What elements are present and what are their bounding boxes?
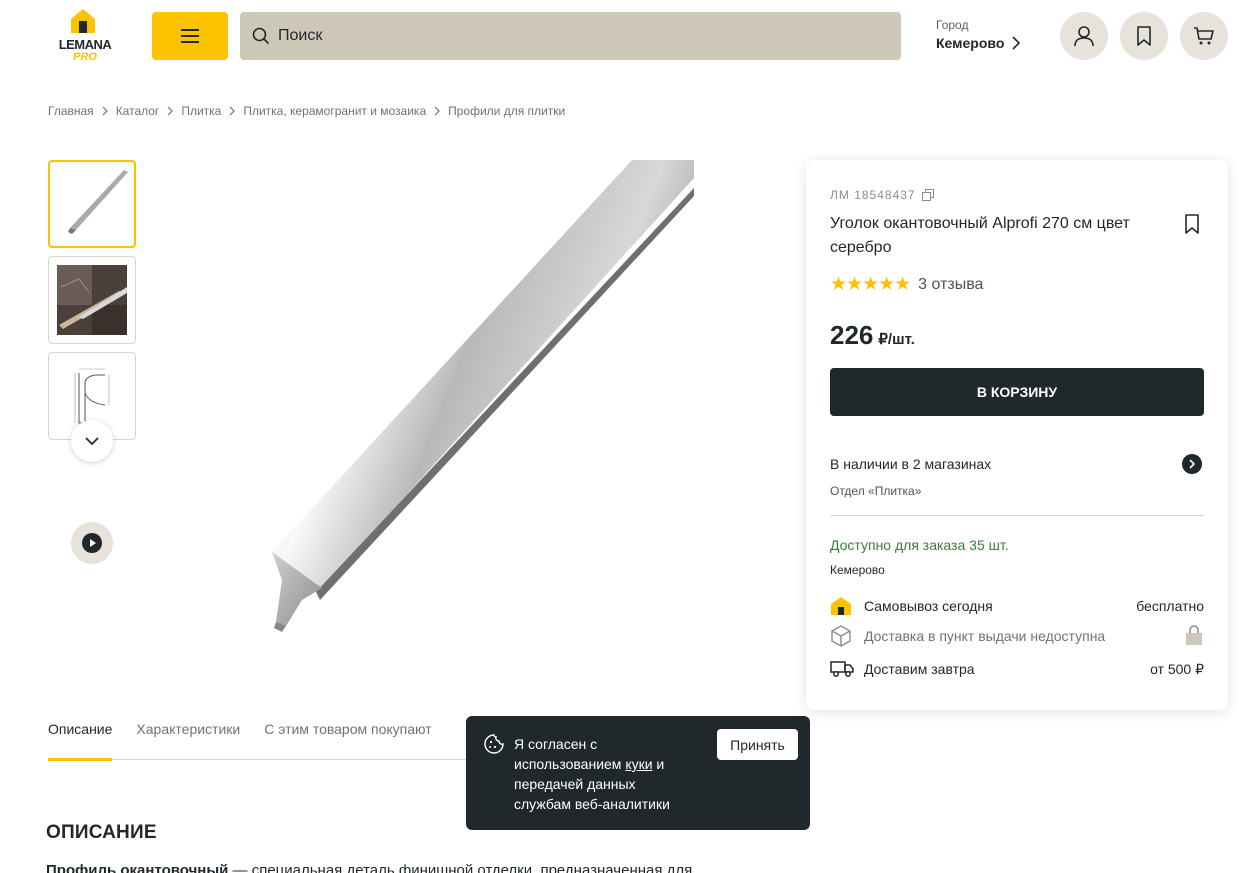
description-lead: Профиль окантовочный [46,862,229,873]
city-name: Кемерово [936,35,1005,51]
cookie-text: Я согласен с использованием куки и перед… [514,734,694,814]
order-availability: Доступно для заказа 35 шт. [830,537,1009,553]
main-product-image[interactable] [262,160,694,640]
logo[interactable]: LEMANA PRO [48,8,120,66]
stock-availability-link[interactable]: В наличии в 2 магазинах [830,456,991,472]
delivery-option-pickup: Самовывоз сегодня бесплатно [830,595,1204,617]
delivery-option-courier: Доставим завтра от 500 ₽ [830,658,1204,680]
add-to-cart-button[interactable]: В КОРЗИНУ [830,368,1204,416]
chevron-down-icon [85,437,99,445]
description-text: Профиль окантовочный — специальная детал… [46,862,692,873]
city-label: Город [936,18,969,32]
cookie-text-before: Я согласен с использованием [514,736,626,772]
logo-house-icon [71,9,95,33]
breadcrumb-home[interactable]: Главная [48,104,94,118]
bookmark-icon [1137,26,1151,46]
price: 226 ₽/шт. [830,320,915,351]
section-title: ОПИСАНИЕ [46,822,157,843]
store-house-icon [830,596,854,616]
tab-related-products[interactable]: С этим товаром покупают [264,718,431,760]
breadcrumb-catalog[interactable]: Каталог [116,104,160,118]
logo-sub: PRO [73,51,97,63]
department: Отдел «Плитка» [830,484,922,498]
description-body: — специальная деталь финишной отделки, п… [228,862,693,873]
chevron-right-icon [1189,459,1195,469]
sku: ЛМ 18548437 [830,188,934,202]
divider [830,515,1204,516]
tab-characteristics[interactable]: Характеристики [136,718,240,760]
price-value: 226 [830,320,874,350]
delivery-label: Самовывоз сегодня [864,598,993,614]
delivery-value: от 500 ₽ [1150,660,1204,677]
chevron-right-icon [167,106,174,116]
delivery-value: бесплатно [1136,598,1204,614]
bookmark-icon [1185,214,1199,234]
truck-icon [830,660,854,678]
favorites-button[interactable] [1120,12,1168,60]
reviews-link[interactable]: 3 отзыва [918,276,983,294]
city-selector[interactable]: Город Кемерово [936,18,1021,51]
breadcrumb: Главная Каталог Плитка Плитка, керамогра… [48,104,565,118]
add-to-favorites-button[interactable] [1184,214,1200,239]
tab-description[interactable]: Описание [48,718,113,761]
lock-icon [1184,624,1204,649]
chevron-right-icon [102,106,108,116]
breadcrumb-tiles[interactable]: Плитка [181,104,221,118]
thumbnails-scroll-down-button[interactable] [71,420,113,462]
copy-icon[interactable] [921,189,934,201]
thumbnail-2[interactable] [48,256,136,344]
cookie-icon [484,734,504,754]
delivery-option-pickup-point: Доставка в пункт выдачи недоступна [830,624,1204,649]
profile-button[interactable] [1060,12,1108,60]
user-icon [1074,26,1094,47]
cookie-link[interactable]: куки [625,756,652,772]
thumbnail-1[interactable] [48,160,136,248]
hamburger-icon [181,29,199,43]
stock-details-button[interactable] [1182,454,1202,474]
catalog-menu-button[interactable] [152,12,228,60]
play-video-button[interactable] [71,522,113,564]
play-icon [82,533,102,553]
rating[interactable]: ★★★★★ 3 отзыва [830,273,983,296]
sku-value: ЛМ 18548437 [830,188,916,202]
chevron-right-icon [434,106,440,116]
search-bar[interactable] [240,12,901,60]
accept-cookies-button[interactable]: Принять [717,729,798,760]
cart-icon [1194,27,1214,45]
cookie-banner: Я согласен с использованием куки и перед… [466,716,810,830]
price-unit: ₽/шт. [878,331,915,348]
chevron-right-icon [229,106,236,116]
breadcrumb-tiles-ceramic[interactable]: Плитка, керамогранит и мозаика [243,104,426,118]
profile-thumbnail-image [68,170,128,234]
logo-brand: LEMANA [58,37,112,52]
delivery-label: Доставим завтра [864,661,975,677]
breadcrumb-tile-profiles[interactable]: Профили для плитки [448,104,565,118]
box-icon [830,625,854,647]
availability-city: Кемерово [830,563,885,577]
product-title: Уголок окантовочный Alprofi 270 см цвет … [830,215,1130,256]
search-icon [252,27,270,45]
search-input[interactable] [278,27,878,45]
interior-thumbnail-image [57,265,127,335]
product-card: ЛМ 18548437 Уголок окантовочный Alprofi … [806,160,1228,710]
rating-stars-icon: ★★★★★ [830,274,911,295]
chevron-right-icon [1012,36,1021,50]
cart-button[interactable] [1180,12,1228,60]
delivery-label: Доставка в пункт выдачи недоступна [864,628,1106,644]
